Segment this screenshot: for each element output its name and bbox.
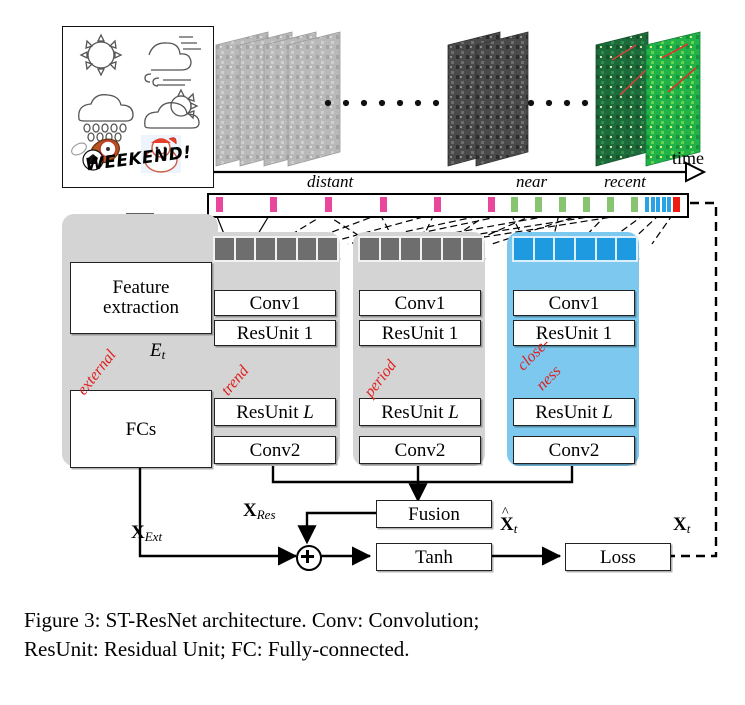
map-slice-group-recent [595,31,701,167]
trend-resunitL-label: ResUnit L [236,401,314,423]
closeness-conv1-label: Conv1 [548,292,600,314]
timeline-tick-pink-4[interactable] [380,197,387,212]
trend-cell-2[interactable] [235,238,255,260]
external-factors-box: WEEKEND! [62,26,214,188]
period-cell-3[interactable] [401,238,421,260]
timeline-tick-green-6[interactable] [631,197,638,212]
trend-cell-3[interactable] [256,238,276,260]
timeline-tick-green-1[interactable] [511,197,518,212]
closeness-cell-2[interactable] [534,238,554,260]
timeline-tick-pink-1[interactable] [216,197,223,212]
period-input-cells[interactable] [358,236,484,262]
fusion-label: Fusion [408,503,460,525]
tanh-node[interactable]: Tanh [376,543,492,571]
trend-cell-6[interactable] [318,238,338,260]
trend-conv2-node[interactable]: Conv2 [214,436,336,464]
sum-operator[interactable] [296,545,322,571]
trend-cell-1[interactable] [215,238,234,260]
timeline-bar[interactable] [207,193,689,218]
time-axis-label: time [672,148,704,168]
closeness-conv2-node[interactable]: Conv2 [513,436,635,464]
timeline-tick-green-5[interactable] [607,197,614,212]
closeness-resunit1-label: ResUnit 1 [535,322,613,344]
trend-conv1-label: Conv1 [249,292,301,314]
fusion-node[interactable]: Fusion [376,500,492,528]
trend-conv1-node[interactable]: Conv1 [214,290,336,316]
trend-cell-5[interactable] [297,238,317,260]
closeness-cell-6[interactable] [617,238,637,260]
timeline-label-recent: recent [604,172,646,191]
closeness-input-cells[interactable] [512,236,638,262]
external-feature-symbol: Et [150,340,166,362]
ellipsis-dots-1 [324,99,440,107]
closeness-conv2-label: Conv2 [548,439,600,461]
period-cell-5[interactable] [442,238,462,260]
sun-icon [79,33,123,77]
period-cell-1[interactable] [360,238,379,260]
timeline-tick-red-current[interactable] [673,197,680,212]
caption-line-2: ResUnit: Residual Unit; FC: Fully-connec… [24,636,410,661]
period-resunit1-node[interactable]: ResUnit 1 [359,320,481,346]
rain-cloud-icon [78,94,134,142]
period-conv2-label: Conv2 [394,439,446,461]
feature-extraction-line2: extraction [103,297,179,318]
trend-input-cells[interactable] [213,236,339,262]
timeline-label-near: near [516,172,548,191]
closeness-resunit1-node[interactable]: ResUnit 1 [513,320,635,346]
figure-caption: Figure 3: ST-ResNet architecture. Conv: … [24,606,724,664]
x-hat-label: X ^ t [500,505,518,536]
closeness-resunitL-label: ResUnit L [535,401,613,423]
timeline-tick-pink-3[interactable] [325,197,332,212]
loss-label: Loss [600,546,636,568]
timeline-tick-pink-5[interactable] [434,197,441,212]
timeline-tick-green-2[interactable] [535,197,542,212]
fcs-label: FCs [125,418,157,440]
timeline-tick-green-4[interactable] [583,197,590,212]
x-t-label: Xt [673,514,691,536]
feature-extraction-line1: Feature [112,277,170,299]
timeline-tick-pink-6[interactable] [488,197,495,212]
trend-branch-panel [208,232,340,466]
closeness-conv1-node[interactable]: Conv1 [513,290,635,316]
period-conv1-node[interactable]: Conv1 [359,290,481,316]
timeline-label-distant: distant [307,172,354,191]
x-ext-label: XExt [131,522,163,544]
timeline-tick-green-3[interactable] [559,197,566,212]
loss-node[interactable]: Loss [565,543,671,571]
caption-line-1: Figure 3: ST-ResNet architecture. Conv: … [24,608,480,632]
ellipsis-dots-2 [527,99,589,107]
period-cell-6[interactable] [463,238,483,260]
fusion-merge-lines [271,462,574,503]
sun-behind-cloud-icon [144,88,200,129]
trend-cell-4[interactable] [277,238,296,260]
closeness-cell-3[interactable] [555,238,575,260]
closeness-cell-4[interactable] [576,238,595,260]
period-resunitL-label: ResUnit L [381,401,459,423]
map-slice-group-near [447,31,529,167]
period-conv2-node[interactable]: Conv2 [359,436,481,464]
trend-resunit1-label: ResUnit 1 [236,322,314,344]
closeness-cell-5[interactable] [596,238,616,260]
closeness-cell-1[interactable] [514,238,533,260]
trend-resunit1-node[interactable]: ResUnit 1 [214,320,336,346]
period-resunit1-label: ResUnit 1 [381,322,459,344]
x-res-label: XRes [243,500,276,522]
closeness-resunitL-node[interactable]: ResUnit L [513,398,635,426]
wind-icon [144,36,201,87]
trend-conv2-label: Conv2 [249,439,301,461]
period-resunitL-node[interactable]: ResUnit L [359,398,481,426]
figure-root: WEEKEND! time distant near recent Featur… [0,0,745,705]
period-conv1-label: Conv1 [394,292,446,314]
period-cell-4[interactable] [422,238,441,260]
feature-extraction-node[interactable]: Feature extraction [70,262,212,334]
timeline-tick-pink-2[interactable] [270,197,277,212]
map-slice-group-distant [215,31,341,167]
fcs-node[interactable]: FCs [70,390,212,468]
period-branch-panel [353,232,485,466]
trend-resunitL-node[interactable]: ResUnit L [214,398,336,426]
tanh-label: Tanh [415,546,453,568]
period-cell-2[interactable] [380,238,400,260]
